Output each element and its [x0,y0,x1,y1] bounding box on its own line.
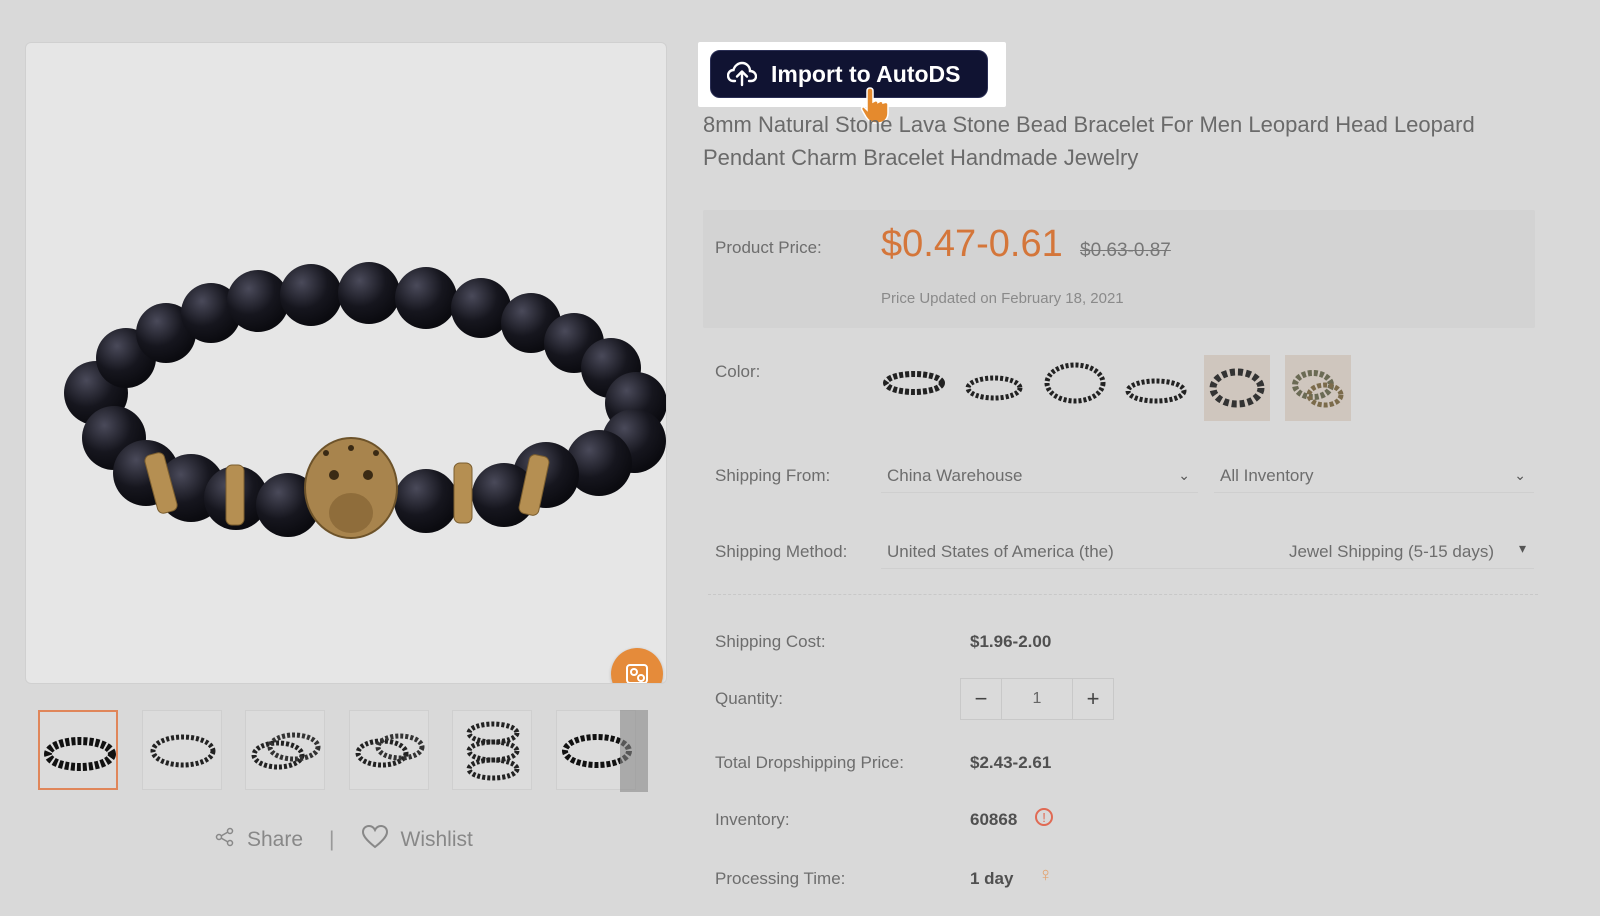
import-highlight-frame: Import to AutoDS [698,42,1006,124]
shipping-method-select[interactable]: United States of America (the) Jewel Shi… [881,535,1534,569]
original-price: $0.63-0.87 [1080,240,1171,261]
import-label: Import to AutoDS [771,60,961,87]
product-title: 8mm Natural Stone Lava Stone Bead Bracel… [703,112,1475,170]
thumbnail[interactable] [349,710,429,790]
color-swatch[interactable] [1204,355,1270,421]
total-value: $2.43-2.61 [970,753,1052,772]
processing-time-label: Processing Time: [715,869,846,888]
shipping-cost-label: Shipping Cost: [715,632,826,651]
inventory-select[interactable]: All Inventory ⌄ [1214,459,1534,493]
heart-icon[interactable] [361,824,389,855]
thumbnail-next-button[interactable] [620,710,648,792]
share-icon[interactable] [215,827,235,853]
leopard-pendant [304,437,398,539]
shipping-cost-value: $1.96-2.00 [970,632,1052,651]
image-search-icon [626,664,648,683]
separator: | [329,828,335,851]
quantity-stepper: − 1 + [960,678,1114,720]
color-swatch[interactable] [961,355,1027,421]
total-label: Total Dropshipping Price: [715,753,904,772]
decrement-button[interactable]: − [961,679,1001,719]
price-label: Product Price: [715,238,822,257]
thumbnail[interactable] [245,710,325,790]
color-swatch[interactable] [1123,355,1189,421]
product-page: Share | Wishlist Import to AutoDS 8mm Na… [0,0,1600,916]
color-swatch[interactable] [1042,355,1108,421]
info-icon[interactable]: ! [1035,808,1053,826]
inventory-value: 60868 [970,810,1018,829]
color-swatch[interactable] [881,355,947,421]
share-wishlist-row: Share | Wishlist [215,824,473,855]
swatch-image [1125,378,1187,404]
thumbnail-image [44,737,116,771]
shipping-from-label: Shipping From: [715,466,831,485]
thumbnail[interactable] [452,710,532,790]
thumbnail[interactable] [38,710,118,790]
thumbnail-image [466,721,520,781]
thumbnail-strip [38,710,650,794]
share-link[interactable]: Share [247,828,303,852]
swatch-image [883,371,945,395]
color-label: Color: [715,362,761,381]
swatch-image [1209,368,1265,408]
processing-time-value: 1 day [970,869,1014,888]
swatch-image [1292,370,1344,408]
shipping-method-value: Jewel Shipping (5-15 days) [1288,541,1494,561]
warehouse-value: China Warehouse [887,465,1023,485]
bracelet-image [64,262,666,539]
cloud-upload-icon [727,61,757,87]
thumbnail-image [150,734,216,768]
swatch-image [1044,362,1106,404]
import-to-autods-button[interactable]: Import to AutoDS [710,50,988,98]
lightbulb-icon[interactable]: ♀ [1038,864,1053,887]
main-product-image[interactable] [25,42,667,684]
chevron-down-icon: ⌄ [1178,467,1190,483]
quantity-input[interactable]: 1 [1001,679,1073,719]
shipping-method-label: Shipping Method: [715,542,848,561]
warehouse-select[interactable]: China Warehouse ⌄ [881,459,1198,493]
quantity-label: Quantity: [715,689,784,708]
divider [708,594,1538,595]
thumbnail[interactable] [142,710,222,790]
swatch-image [965,375,1023,401]
caret-down-icon: ▾ [1518,540,1526,556]
thumbnail-image [251,732,321,770]
shipping-country: United States of America (the) [887,541,1114,561]
color-swatch[interactable] [1285,355,1351,421]
thumbnail-image [355,733,425,768]
price-updated-note: Price Updated on February 18, 2021 [881,290,1124,307]
current-price: $0.47-0.61 [881,223,1063,265]
inventory-label: Inventory: [715,810,790,829]
inventory-select-value: All Inventory [1220,465,1314,485]
wishlist-link[interactable]: Wishlist [401,828,473,852]
increment-button[interactable]: + [1073,679,1113,719]
chevron-down-icon: ⌄ [1514,467,1526,483]
price-box [703,210,1535,328]
